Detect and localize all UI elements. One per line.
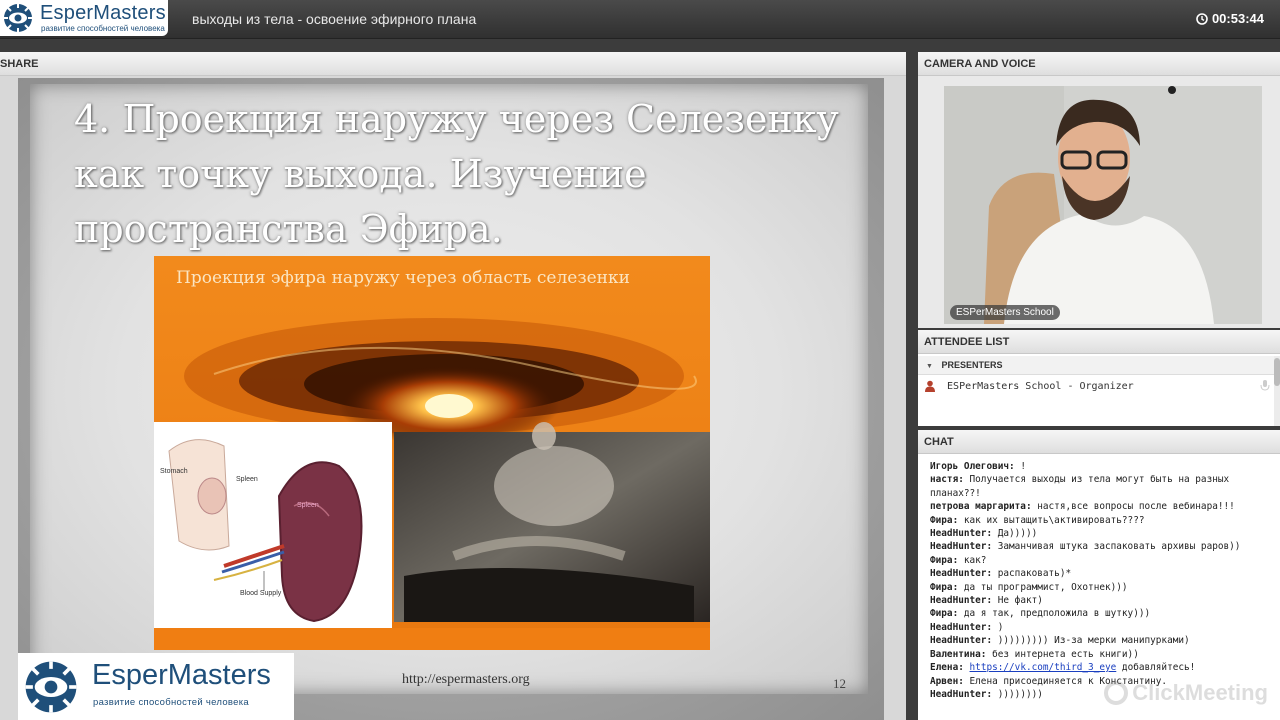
presenter-video[interactable]: ESPerMasters School: [944, 86, 1262, 324]
chat-message: Фира: да ты программист, Охотнек))): [930, 581, 1272, 594]
message-author: HeadHunter:: [930, 621, 993, 633]
message-text: как их вытащить\активировать????: [958, 514, 1145, 526]
message-text: Не факт): [992, 595, 1043, 607]
slide-url: http://espermasters.org: [402, 672, 530, 687]
slide-title: 4. Проекция наружу через Селезенку как т…: [74, 97, 839, 251]
clickmeeting-logo-icon: [1104, 681, 1129, 705]
slide-area: 4. Проекция наружу через Селезенку как т…: [0, 76, 906, 720]
message-text: без интернета есть книги)): [986, 648, 1139, 660]
presenters-label: PRESENTERS: [941, 360, 1003, 370]
presenters-group[interactable]: ▼ PRESENTERS: [918, 356, 1280, 375]
message-author: Фира:: [930, 514, 959, 526]
chat-message: Игорь Олегович: !: [930, 460, 1272, 473]
message-author: HeadHunter:: [930, 635, 993, 647]
message-text: !: [1014, 461, 1026, 472]
message-author: Фира:: [930, 581, 959, 593]
eye-logo-icon: [25, 661, 77, 713]
chat-message: HeadHunter: распаковать)*: [930, 567, 1272, 580]
label-spleen-small: Spleen: [236, 476, 258, 483]
galaxy-collage-image: [154, 256, 710, 650]
message-author: Фира:: [930, 554, 959, 566]
chat-message: Фира: как?: [930, 554, 1272, 567]
scroll-thumb[interactable]: [1274, 358, 1280, 386]
message-text: да я так, предположила в шутку))): [958, 608, 1151, 620]
attendee-row[interactable]: ESPerMasters School - Organizer: [924, 378, 1280, 396]
message-text: как?: [958, 554, 987, 566]
chat-message: Валентина: без интернета есть книги)): [930, 648, 1272, 661]
brand-name: EsperMasters: [40, 2, 166, 24]
presentation-slide: 4. Проекция наружу через Селезенку как т…: [18, 78, 884, 720]
chat-header: CHAT: [918, 430, 1280, 454]
clock-icon: [1196, 12, 1208, 25]
microphone-icon[interactable]: [1260, 380, 1270, 392]
chat-message: Фира: как их вытащить\активировать????: [930, 514, 1272, 527]
message-author: петрова маргарита:: [930, 501, 1032, 513]
message-text: Заманчивая штука заспаковать архивы раро…: [992, 541, 1241, 553]
chat-panel: CHAT Игорь Олегович: ! настя: Получается…: [918, 430, 1280, 720]
message-author: Елена:: [930, 662, 964, 674]
picture-title: Проекция эфира наружу через область селе…: [176, 268, 630, 288]
message-author: HeadHunter:: [930, 568, 993, 580]
presenter-video-frame: [944, 86, 1262, 324]
chat-message: HeadHunter: ))))))))) Из-за мерки манипу…: [930, 634, 1272, 647]
message-text: )))))))): [992, 688, 1043, 700]
chat-message: HeadHunter: ): [930, 621, 1272, 634]
chat-message: Фира: да я так, предположила в шутку))): [930, 607, 1272, 620]
message-text: ))))))))) Из-за мерки манипурками): [992, 635, 1190, 647]
eye-logo-icon: [4, 4, 32, 32]
message-text: распаковать)*: [992, 568, 1072, 580]
collapse-triangle-icon[interactable]: ▼: [926, 363, 933, 370]
message-author: HeadHunter:: [930, 595, 993, 607]
slide-logo-tagline: развитие способностей человека: [93, 697, 249, 708]
message-text: настя,все вопросы после вебинара!!!: [1031, 501, 1235, 513]
message-author: настя:: [930, 474, 964, 486]
message-text: добавляйтесь!: [1116, 662, 1196, 674]
attendee-name: ESPerMasters School - Organizer: [947, 381, 1134, 392]
chat-link[interactable]: https://vk.com/third_3_eye: [970, 662, 1117, 673]
message-author: HeadHunter:: [930, 541, 993, 553]
message-author: Фира:: [930, 608, 959, 620]
message-text: ): [992, 621, 1004, 633]
timer-value: 00:53:44: [1211, 11, 1264, 26]
chat-message: настя: Получается выходы из тела могут б…: [930, 473, 1272, 500]
video-label: ESPerMasters School: [950, 305, 1060, 320]
user-icon: [925, 380, 935, 392]
window-title: выходы из тела - освоение эфирного плана: [192, 11, 477, 27]
chat-message: HeadHunter: Да))))): [930, 527, 1272, 540]
brand-tagline: развитие способностей человека: [41, 24, 165, 33]
clickmeeting-watermark: ClickMeeting: [1104, 680, 1268, 706]
message-text: Да))))): [992, 528, 1038, 540]
label-blood-supply: Blood Supply: [240, 590, 282, 597]
chat-message: HeadHunter: Не факт): [930, 594, 1272, 607]
attendee-scrollbar[interactable]: [1274, 356, 1280, 426]
message-author: HeadHunter:: [930, 688, 993, 700]
label-spleen-big: Spleen: [297, 502, 319, 509]
message-author: Арвен:: [930, 675, 964, 687]
message-author: HeadHunter:: [930, 528, 993, 540]
message-text: да ты программист, Охотнек))): [958, 581, 1128, 593]
slide-logo: EsperMasters развитие способностей челов…: [18, 653, 294, 720]
chat-message: петрова маргарита: настя,все вопросы пос…: [930, 500, 1272, 513]
attendee-list-header: ATTENDEE LIST: [918, 330, 1280, 354]
brand-logo[interactable]: EsperMasters развитие способностей челов…: [0, 0, 168, 36]
session-timer: 00:53:44: [1196, 11, 1264, 26]
chat-message: Елена: https://vk.com/third_3_eye добавл…: [930, 661, 1272, 674]
slide-picture: Проекция эфира наружу через область селе…: [154, 256, 710, 650]
attendee-list-panel: ATTENDEE LIST ▼ PRESENTERS ESPerMasters …: [918, 330, 1280, 426]
chat-message: HeadHunter: Заманчивая штука заспаковать…: [930, 540, 1272, 553]
share-panel: SHARE 4. Проекция наружу через Селезенку…: [0, 52, 906, 720]
slide-page-number: 12: [833, 676, 846, 691]
label-stomach: Stomach: [160, 468, 188, 475]
watermark-text: ClickMeeting: [1132, 680, 1268, 705]
message-text: Получается выходы из тела могут быть на …: [930, 474, 1230, 499]
message-author: Валентина:: [930, 648, 987, 660]
camera-panel: CAMERA AND VOICE ESPerMasters School: [918, 52, 1280, 328]
slide-logo-name: EsperMasters: [92, 659, 271, 691]
share-header: SHARE: [0, 52, 906, 76]
camera-header: CAMERA AND VOICE: [918, 52, 1280, 76]
top-bar: EsperMasters развитие способностей челов…: [0, 0, 1280, 39]
message-author: Игорь Олегович:: [930, 461, 1015, 472]
